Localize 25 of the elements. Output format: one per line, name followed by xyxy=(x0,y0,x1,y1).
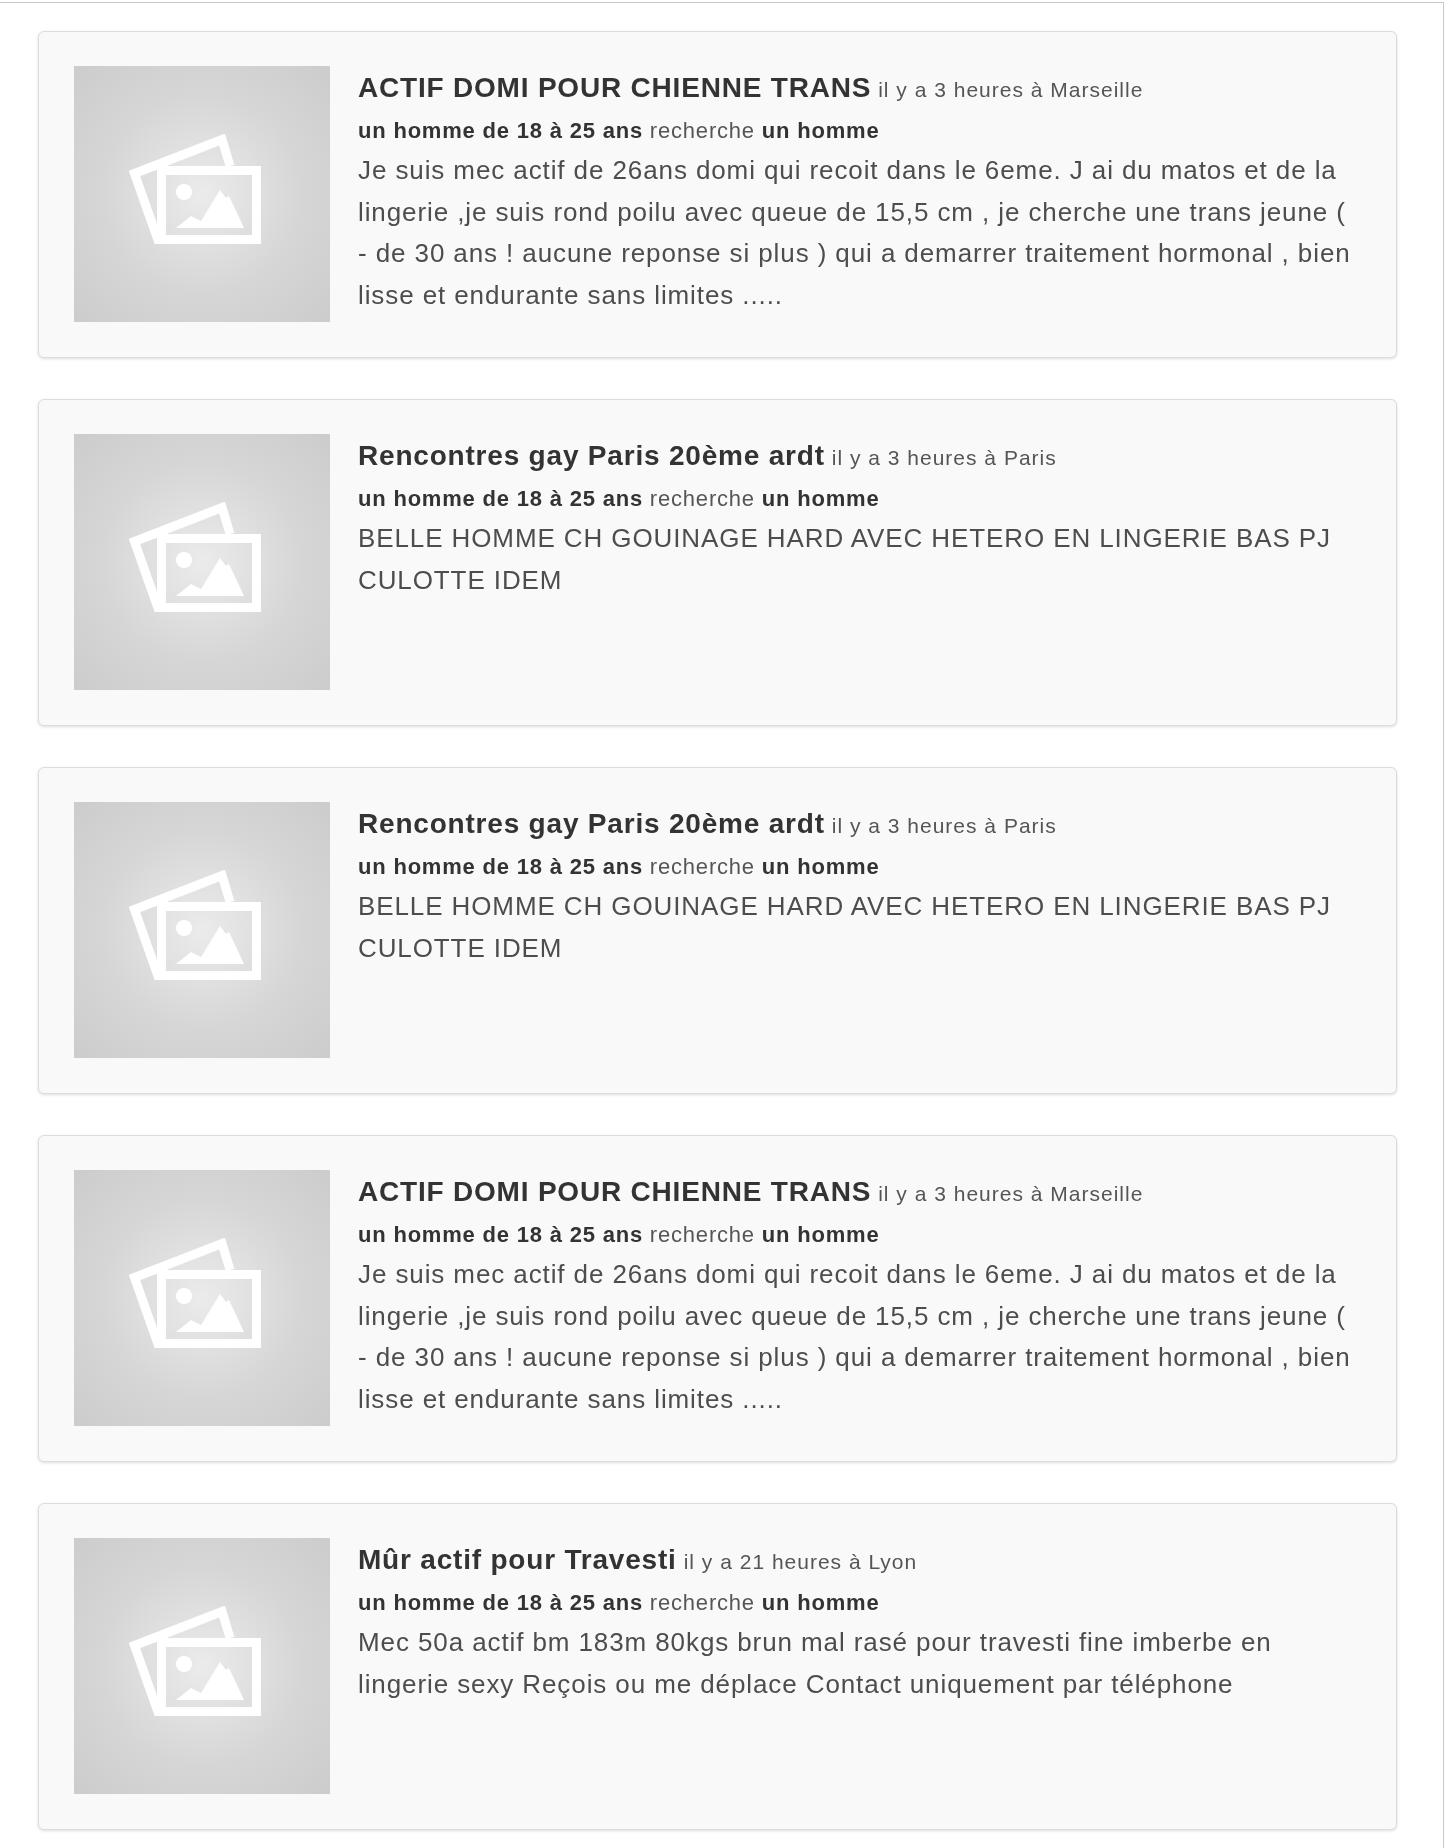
listing-title[interactable]: Mûr actif pour Travesti xyxy=(358,1544,677,1576)
posted-time-location: il y a 3 heures à Marseille xyxy=(878,1181,1144,1207)
listing-title[interactable]: Rencontres gay Paris 20ème ardt xyxy=(358,808,825,840)
posted-time-location: il y a 3 heures à Marseille xyxy=(878,77,1144,103)
listing-description: BELLE HOMME CH GOUINAGE HARD AVEC HETERO EN LINGERIE BAS PJ CULOTTE IDEM xyxy=(358,890,1332,965)
listing-title[interactable]: ACTIF DOMI POUR CHIENNE TRANS xyxy=(358,1176,872,1208)
search-profile: un homme de 18 à 25 ans recherche un homme xyxy=(358,853,880,881)
pictures-icon xyxy=(129,134,261,244)
listing-description: BELLE HOMME CH GOUINAGE HARD AVEC HETERO EN LINGERIE BAS PJ CULOTTE IDEM xyxy=(358,522,1332,597)
listing-description: Je suis mec actif de 26ans domi qui recoit dans le 6eme. J ai du matos et de la lingerie ,je suis rond poilu avec queue de 15,5 cm , je cherche une trans jeune ( - de 30 ans ! aucune reponse si plus ) qui a demarrer traitement hormonal , bien lisse et endurante sans limites ..... xyxy=(358,154,1352,312)
posted-time-location: il y a 3 heures à Paris xyxy=(831,813,1057,839)
search-profile: un homme de 18 à 25 ans recherche un homme xyxy=(358,117,880,145)
search-profile: un homme de 18 à 25 ans recherche un homme xyxy=(358,1589,880,1617)
listing-description: Je suis mec actif de 26ans domi qui recoit dans le 6eme. J ai du matos et de la lingerie ,je suis rond poilu avec queue de 15,5 cm , je cherche une trans jeune ( - de 30 ans ! aucune reponse si plus ) qui a demarrer traitement hormonal , bien lisse et endurante sans limites ..... xyxy=(358,1258,1352,1416)
listing-title[interactable]: Rencontres gay Paris 20ème ardt xyxy=(358,440,825,472)
listing-description: Mec 50a actif bm 183m 80kgs brun mal rasé pour travesti fine imberbe en lingerie sexy Reçois ou me déplace Contact uniquement par téléphone xyxy=(358,1626,1273,1701)
pictures-icon xyxy=(129,1238,261,1348)
pictures-icon xyxy=(129,1606,261,1716)
search-profile: un homme de 18 à 25 ans recherche un homme xyxy=(358,1221,880,1249)
listing-title[interactable]: ACTIF DOMI POUR CHIENNE TRANS xyxy=(358,72,872,104)
posted-time-location: il y a 3 heures à Paris xyxy=(831,445,1057,471)
pictures-icon xyxy=(129,502,261,612)
pictures-icon xyxy=(129,870,261,980)
search-profile: un homme de 18 à 25 ans recherche un homme xyxy=(358,485,880,513)
posted-time-location: il y a 21 heures à Lyon xyxy=(683,1549,918,1575)
